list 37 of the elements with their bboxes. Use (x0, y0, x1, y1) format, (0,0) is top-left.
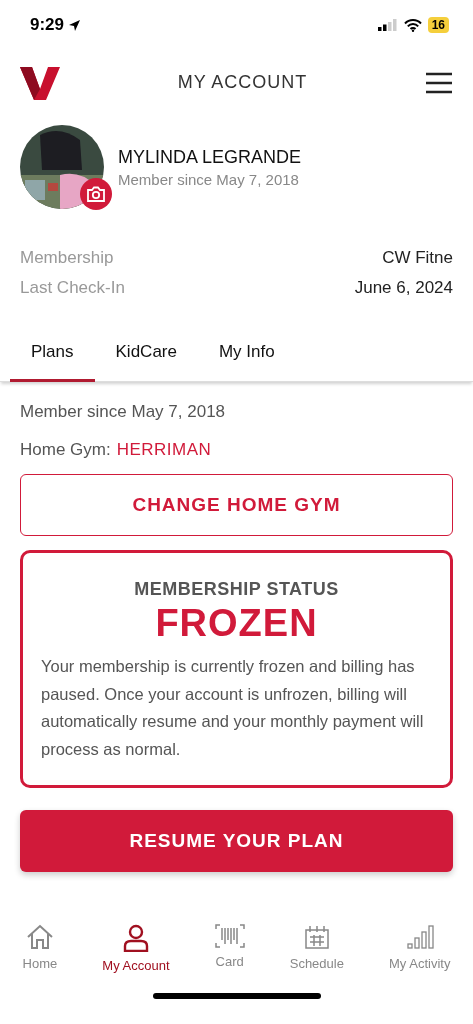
detail-value: CW Fitne (382, 248, 453, 268)
menu-icon[interactable] (425, 71, 453, 94)
nav-tab[interactable]: My Activity (387, 924, 453, 973)
camera-button[interactable] (80, 178, 112, 210)
nav-tab[interactable]: Card (212, 924, 247, 973)
member-name: MYLINDA LEGRANDE (118, 147, 302, 168)
camera-icon (86, 186, 106, 202)
home-gym-label: Home Gym: (20, 440, 111, 460)
status-value: FROZEN (155, 602, 318, 645)
battery-level: 16 (427, 17, 449, 33)
calendar-icon (303, 924, 330, 950)
nav-tab[interactable]: Home (20, 924, 60, 973)
clock: 9:29 (30, 15, 65, 35)
tab[interactable]: My Info (197, 332, 296, 382)
member-since-text: Member since May 7, 2018 (118, 171, 300, 188)
person-icon (122, 924, 149, 952)
barcode-icon (214, 924, 245, 948)
change-home-gym-button[interactable]: CHANGE HOME GYM (20, 474, 453, 536)
status-heading: MEMBERSHIP STATUS (134, 579, 339, 600)
member-since-text: Member since May 7, 2018 (20, 402, 227, 422)
location-arrow-icon (68, 18, 82, 32)
home-icon (25, 924, 54, 950)
detail-label: Membership (20, 248, 114, 268)
signal-icon (377, 19, 398, 31)
page-title: MY ACCOUNT (177, 72, 308, 93)
nav-tab[interactable]: Schedule (287, 924, 346, 973)
resume-plan-button[interactable]: RESUME YOUR PLAN (20, 810, 453, 872)
tab[interactable]: KidCare (94, 332, 198, 382)
nav-tab[interactable]: My Account (100, 924, 172, 973)
home-gym-link[interactable]: HERRIMAN (116, 440, 212, 460)
tab[interactable]: Plans (10, 332, 95, 382)
detail-label: Last Check-In (20, 278, 125, 298)
detail-value: June 6, 2024 (354, 278, 453, 298)
bar-chart-icon (405, 924, 434, 950)
logo-icon[interactable] (20, 64, 60, 101)
wifi-icon (403, 18, 422, 32)
status-message: Your membership is currently frozen and billing has paused. Once your account is unfrozen, billing will automatically resume and your monthly payment will process as normal. (41, 656, 425, 760)
